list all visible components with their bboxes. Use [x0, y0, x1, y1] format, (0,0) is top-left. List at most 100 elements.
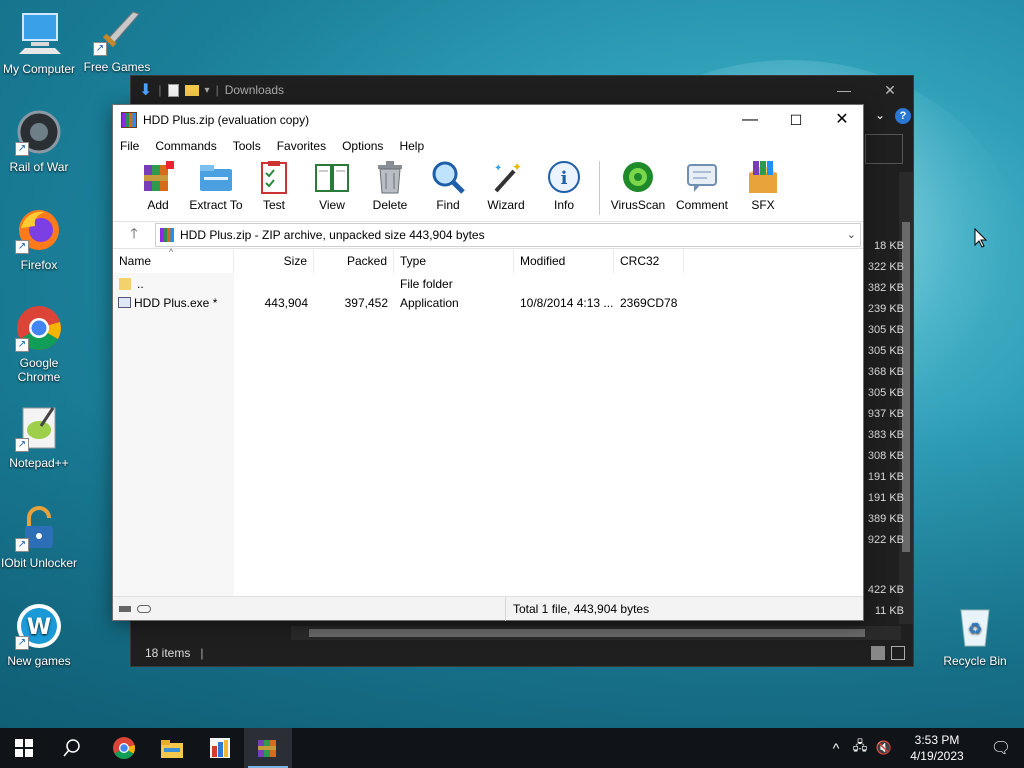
find-button[interactable]: Find: [419, 159, 477, 212]
column-header-modified[interactable]: Modified: [514, 249, 614, 273]
volume-muted-icon[interactable]: 🔇: [872, 740, 896, 756]
up-folder-button[interactable]: 🡑: [113, 223, 155, 247]
archive-path[interactable]: HDD Plus.zip - ZIP archive, unpacked siz…: [155, 223, 861, 247]
desktop-icon-iobit-unlocker[interactable]: ↗ IObit Unlocker: [0, 504, 78, 570]
close-button[interactable]: ✕: [867, 76, 913, 104]
horizontal-scrollbar[interactable]: [291, 626, 901, 640]
rail-of-war-icon: ↗: [15, 108, 63, 156]
application-icon: [118, 297, 131, 308]
table-row[interactable]: .. File folder: [113, 274, 865, 293]
notifications-icon[interactable]: 🗨: [978, 738, 1024, 758]
path-dropdown-icon[interactable]: ⌄: [847, 228, 856, 241]
svg-text:✦: ✦: [494, 163, 502, 174]
windows-logo-icon: [15, 739, 33, 757]
menu-options[interactable]: Options: [342, 139, 383, 153]
column-headers: Name ^ Size Packed Type Modified CRC32: [113, 247, 865, 273]
folder-icon[interactable]: [184, 84, 199, 96]
desktop-icon-firefox[interactable]: ↗ Firefox: [0, 206, 78, 272]
extract-to-button[interactable]: Extract To: [187, 159, 245, 212]
taskbar-winrar[interactable]: [244, 728, 292, 768]
search-button[interactable]: [48, 728, 96, 768]
file-size-value: 322 KB: [867, 261, 904, 273]
taskbar-chrome[interactable]: [100, 728, 148, 768]
menu-commands[interactable]: Commands: [155, 139, 216, 153]
shortcut-arrow-icon: ↗: [15, 240, 29, 254]
large-icons-view-icon[interactable]: [891, 646, 905, 660]
sort-arrow-icon: ^: [169, 247, 174, 257]
tool-label: Wizard: [487, 198, 525, 212]
menu-favorites[interactable]: Favorites: [277, 139, 326, 153]
chrome-icon: ↗: [15, 304, 63, 352]
desktop-icon-new-games[interactable]: W ↗ New games: [0, 602, 78, 668]
taskbar-app[interactable]: [196, 728, 244, 768]
archive-path-text: HDD Plus.zip - ZIP archive, unpacked siz…: [180, 228, 485, 242]
virusscan-button[interactable]: VirusScan: [606, 159, 670, 212]
help-icon[interactable]: ?: [895, 108, 911, 124]
taskbar-file-explorer[interactable]: [148, 728, 196, 768]
info-button[interactable]: i Info: [535, 159, 593, 212]
key-icon: [137, 604, 151, 613]
add-button[interactable]: Add: [129, 159, 187, 212]
winrar-titlebar[interactable]: HDD Plus.zip (evaluation copy) — ☐ ✕: [113, 105, 863, 135]
close-button[interactable]: ✕: [819, 105, 865, 135]
winrar-title: HDD Plus.zip (evaluation copy): [143, 113, 310, 127]
menu-help[interactable]: Help: [399, 139, 424, 153]
desktop-icon-recycle-bin[interactable]: ♻ Recycle Bin: [936, 602, 1014, 668]
desktop-icon-label: Rail of War: [9, 160, 69, 174]
explorer-title: Downloads: [224, 83, 285, 97]
quick-access-dropdown-icon[interactable]: ▾: [205, 85, 210, 96]
start-button[interactable]: [0, 728, 48, 768]
games-w-icon: W ↗: [15, 602, 63, 650]
comment-button[interactable]: Comment: [670, 159, 734, 212]
sfx-button[interactable]: SFX: [734, 159, 792, 212]
maximize-button[interactable]: ☐: [773, 105, 819, 135]
wizard-button[interactable]: ✦ ✦ Wizard: [477, 159, 535, 212]
menu-tools[interactable]: Tools: [233, 139, 261, 153]
desktop-icon-notepad-plus-plus[interactable]: ↗ Notepad++: [0, 404, 78, 470]
hscroll-thumb[interactable]: [309, 629, 865, 637]
column-header-size[interactable]: Size: [234, 249, 314, 273]
desktop-icon-label: Free Games: [83, 60, 151, 74]
minimize-button[interactable]: —: [727, 105, 773, 135]
file-size-value: 383 KB: [867, 429, 904, 441]
desktop-icon-rail-of-war[interactable]: ↗ Rail of War: [0, 108, 78, 174]
show-hidden-icons[interactable]: ^: [824, 740, 848, 756]
details-view-icon[interactable]: [871, 646, 885, 660]
file-size-value: 422 KB: [867, 584, 904, 596]
tool-label: VirusScan: [610, 198, 666, 212]
desktop-icon-free-games[interactable]: ↗ Free Games: [78, 8, 156, 74]
download-arrow-icon: ⬇: [139, 82, 153, 99]
shortcut-arrow-icon: ↗: [15, 438, 29, 452]
test-button[interactable]: Test: [245, 159, 303, 212]
file-list[interactable]: Name ^ Size Packed Type Modified CRC32 ..…: [113, 247, 865, 596]
column-header-crc32[interactable]: CRC32: [614, 249, 684, 273]
winrar-window[interactable]: HDD Plus.zip (evaluation copy) — ☐ ✕ Fil…: [112, 104, 864, 621]
file-size-value: 239 KB: [867, 303, 904, 315]
view-button[interactable]: View: [303, 159, 361, 212]
file-size-value: 389 KB: [867, 513, 904, 525]
shortcut-arrow-icon: ↗: [15, 538, 29, 552]
column-header-name[interactable]: Name ^: [113, 247, 234, 273]
search-box[interactable]: [865, 134, 903, 164]
explorer-titlebar[interactable]: ⬇ | ▾ | Downloads — ✕: [131, 76, 913, 104]
desktop-icon-my-computer[interactable]: My Computer: [0, 10, 78, 76]
svg-text:♻: ♻: [968, 619, 982, 638]
column-header-type[interactable]: Type: [394, 249, 514, 273]
file-size-column-bottom: 422 KB 11 KB: [864, 580, 904, 622]
svg-text:✦: ✦: [512, 160, 522, 174]
ribbon-collapse-icon[interactable]: ⌄: [875, 108, 885, 122]
media-app-icon: [210, 738, 230, 758]
status-total: Total 1 file, 443,904 bytes: [513, 602, 650, 616]
column-header-packed[interactable]: Packed: [314, 249, 394, 273]
desktop-icon-label: IObit Unlocker: [0, 556, 78, 570]
svg-text:W: W: [27, 615, 51, 640]
minimize-button[interactable]: —: [821, 76, 867, 104]
delete-button[interactable]: Delete: [361, 159, 419, 212]
table-row[interactable]: HDD Plus.exe * 443,904 397,452 Applicati…: [113, 293, 865, 312]
properties-icon[interactable]: [167, 83, 179, 97]
desktop-icon-google-chrome[interactable]: ↗ Google Chrome: [0, 304, 78, 384]
network-icon[interactable]: 🖧: [848, 737, 872, 759]
clock[interactable]: 3:53 PM 4/19/2023: [896, 732, 978, 764]
virusscan-icon: [620, 159, 656, 195]
menu-file[interactable]: File: [120, 139, 139, 153]
